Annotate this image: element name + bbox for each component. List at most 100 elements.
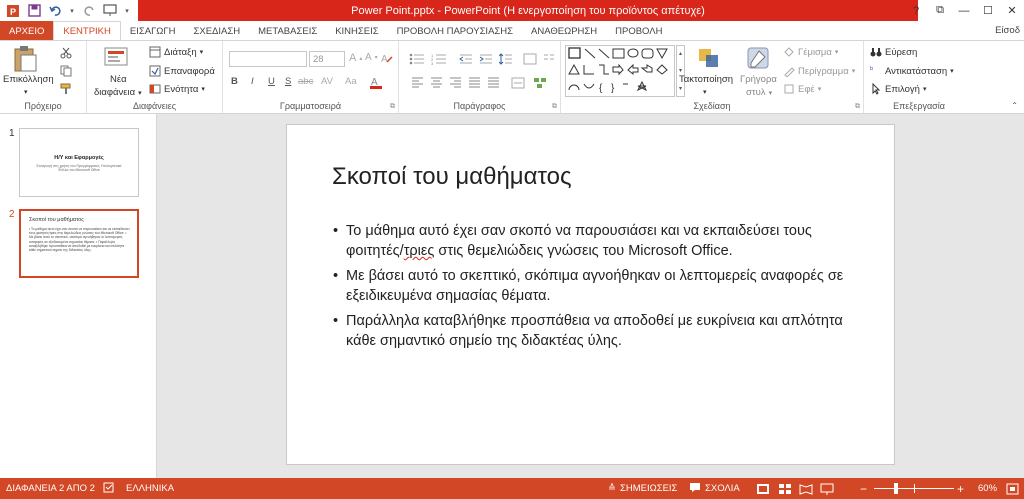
select-button[interactable]: Επιλογή ▾ (870, 82, 926, 95)
decrease-indent-icon[interactable] (459, 53, 473, 65)
tab-insert[interactable]: ΕΙΣΑΓΩΓΗ (121, 21, 185, 41)
numbering-icon[interactable]: 123 (431, 53, 447, 65)
current-slide[interactable]: Σκοποί του μαθήματος • Το μάθημα αυτό έχ… (286, 124, 895, 465)
quick-styles-icon[interactable] (745, 45, 771, 71)
paste-button[interactable]: Επικόλληση (3, 74, 54, 85)
undo-dropdown-icon[interactable]: ▾ (69, 4, 75, 18)
help-icon[interactable]: ? (904, 5, 928, 17)
tab-slideshow[interactable]: ΠΡΟΒΟΛΗ ΠΑΡΟΥΣΙΑΣΗΣ (388, 21, 522, 41)
change-case-button[interactable]: Aa (345, 76, 357, 87)
text-shadow-button[interactable]: abc (298, 76, 313, 87)
replace-button[interactable]: ᵇ Αντικατάσταση ▾ (870, 65, 954, 77)
slide-thumbnail-1[interactable]: Η/Υ και Εφαρμογές Εισαγωγή στη χρήση του… (19, 128, 139, 197)
language-status[interactable]: ΕΛΛΗΝΙΚΑ (126, 478, 174, 499)
align-left-icon[interactable] (411, 77, 424, 88)
tab-home[interactable]: ΚΕΝΤΡΙΚΗ (53, 21, 121, 41)
paste-dropdown-icon[interactable]: ▾ (24, 88, 28, 96)
arrange-button[interactable]: Τακτοποίηση (679, 74, 733, 85)
slide-title[interactable]: Σκοποί του μαθήματος (332, 163, 572, 191)
format-painter-icon[interactable] (60, 83, 72, 95)
ribbon-display-icon[interactable]: ⧉ (928, 4, 952, 17)
slideshow-view-button[interactable] (820, 478, 834, 499)
layout-button[interactable]: Διάταξη ▾ (149, 46, 203, 58)
shape-effects-button[interactable]: Εφέ ▾ (783, 83, 821, 95)
font-color-icon[interactable]: A (369, 75, 383, 89)
line-spacing-icon[interactable] (499, 53, 513, 65)
notes-button[interactable]: ≙ ΣΗΜΕΙΩΣΕΙΣ (608, 478, 677, 499)
align-center-icon[interactable] (430, 77, 443, 88)
close-icon[interactable]: ✕ (1000, 4, 1024, 17)
zoom-slider[interactable] (874, 478, 954, 499)
collapse-ribbon-icon[interactable]: ⌃ (1011, 101, 1018, 110)
zoom-level[interactable]: 60% (978, 478, 997, 499)
align-text-icon[interactable] (511, 77, 525, 89)
slide-sorter-button[interactable] (778, 478, 792, 499)
minimize-icon[interactable]: — (952, 5, 976, 17)
slide-thumbnail-2[interactable]: Σκοποί του μαθήματος • Το μάθημα αυτό έχ… (19, 209, 139, 278)
font-name-input[interactable] (229, 51, 307, 67)
section-button[interactable]: Ενότητα ▾ (149, 83, 205, 95)
new-slide-label-1[interactable]: Νέα (110, 74, 127, 85)
slide-body[interactable]: • Το μάθημα αυτό έχει σαν σκοπό να παρου… (333, 221, 863, 356)
character-spacing-button[interactable]: AV (321, 76, 333, 87)
spelling-error-word[interactable]: τριες (404, 243, 435, 259)
new-slide-button[interactable]: διαφάνεια ▾ (94, 87, 142, 98)
fit-slide-button[interactable] (1006, 478, 1019, 499)
zoom-in-button[interactable]: + (957, 478, 964, 499)
align-right-icon[interactable] (449, 77, 462, 88)
justify-icon[interactable] (468, 77, 481, 88)
shapes-gallery[interactable]: { } (565, 45, 675, 97)
zoom-out-button[interactable]: − (860, 478, 867, 499)
new-slide-icon[interactable] (103, 45, 129, 71)
quick-styles-button[interactable]: στυλ ▾ (746, 87, 772, 98)
paste-icon[interactable] (12, 45, 38, 72)
reading-view-button[interactable] (799, 478, 813, 499)
normal-view-button[interactable] (756, 478, 770, 499)
columns-icon[interactable] (543, 53, 555, 65)
paragraph-dialog-launcher-icon[interactable]: ⧉ (552, 103, 557, 111)
save-icon[interactable] (27, 4, 41, 18)
font-dialog-launcher-icon[interactable]: ⧉ (390, 103, 395, 111)
shape-outline-button[interactable]: Περίγραμμα ▾ (783, 65, 855, 78)
increase-indent-icon[interactable] (479, 53, 493, 65)
strikethrough-button[interactable]: S (285, 76, 291, 87)
slide-count[interactable]: ΔΙΑΦΑΝΕΙΑ 2 ΑΠΟ 2 (6, 478, 95, 499)
text-direction-icon[interactable] (523, 53, 537, 65)
tab-animations[interactable]: ΚΙΝΗΣΕΙΣ (326, 21, 387, 41)
bold-button[interactable]: B (231, 76, 238, 87)
italic-button[interactable]: I (251, 76, 254, 87)
spellcheck-status[interactable] (103, 478, 115, 499)
reset-button[interactable]: Επαναφορά (149, 65, 215, 77)
smartart-icon[interactable] (533, 77, 547, 89)
sign-in-link[interactable]: Είσοδ (995, 25, 1020, 36)
tab-transitions[interactable]: ΜΕΤΑΒΑΣΕΙΣ (249, 21, 326, 41)
font-size-input[interactable]: 28 (309, 51, 345, 67)
tab-review[interactable]: ΑΝΑΘΕΩΡΗΣΗ (522, 21, 606, 41)
grow-font-icon[interactable]: A ▴ (349, 52, 362, 64)
arrange-dropdown-icon[interactable]: ▾ (703, 88, 707, 96)
maximize-icon[interactable]: ☐ (976, 4, 1000, 17)
chevron-up-icon[interactable]: ▴ (679, 50, 682, 57)
shape-fill-button[interactable]: Γέμισμα ▾ (783, 46, 838, 58)
find-button[interactable]: Εύρεση (870, 46, 917, 58)
redo-icon[interactable] (82, 4, 96, 18)
tab-design[interactable]: ΣΧΕΔΙΑΣΗ (185, 21, 250, 41)
arrange-icon[interactable] (697, 45, 723, 71)
zoom-slider-track[interactable] (874, 478, 954, 499)
more-icon[interactable]: ▾ (679, 85, 682, 92)
clear-formatting-icon[interactable]: A (381, 52, 393, 64)
cut-icon[interactable] (60, 47, 72, 59)
undo-icon[interactable] (48, 4, 62, 18)
tab-view[interactable]: ΠΡΟΒΟΛΗ (606, 21, 671, 41)
underline-button[interactable]: U (268, 76, 275, 87)
distributed-icon[interactable] (487, 77, 500, 88)
zoom-thumb[interactable] (894, 483, 899, 494)
bullets-icon[interactable] (409, 53, 425, 65)
quick-styles-label-1[interactable]: Γρήγορα (740, 74, 777, 85)
comments-button[interactable]: ΣΧΟΛΙΑ (689, 478, 740, 499)
tab-file[interactable]: ΑΡΧΕΙΟ (0, 21, 54, 41)
shrink-font-icon[interactable]: A ▾ (365, 52, 378, 63)
shapes-scroll[interactable]: ▴ ▾ ▾ (676, 45, 685, 97)
customize-qat-icon[interactable]: ▾ (124, 4, 130, 18)
drawing-dialog-launcher-icon[interactable]: ⧉ (855, 103, 860, 111)
